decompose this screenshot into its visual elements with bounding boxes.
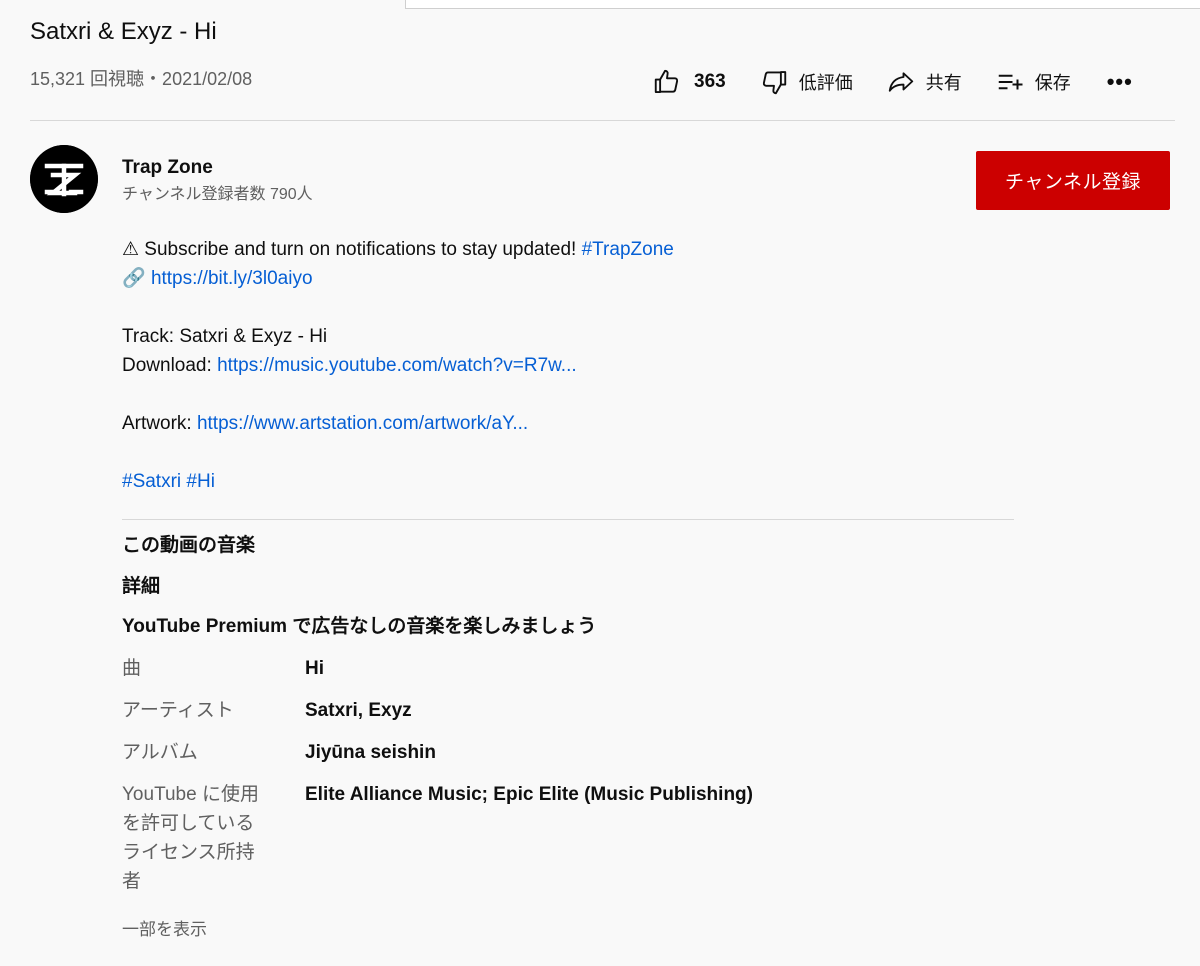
hashtags-line: #Satxri #Hi bbox=[122, 467, 1022, 496]
licensor-value: Elite Alliance Music; Epic Elite (Music … bbox=[305, 784, 753, 805]
song-label: 曲 bbox=[122, 658, 142, 679]
video-title: Satxri & Exyz - Hi bbox=[30, 18, 217, 45]
description-text: ⚠ Subscribe and turn on notifications to… bbox=[122, 239, 582, 260]
dislike-label: 低評価 bbox=[798, 73, 853, 93]
album-value: Jiyūna seishin bbox=[305, 742, 436, 763]
channel-avatar[interactable] bbox=[30, 145, 98, 213]
description-line: Download: https://music.youtube.com/watc… bbox=[122, 351, 1022, 380]
trap-zone-logo-icon bbox=[30, 145, 98, 213]
like-count: 363 bbox=[694, 71, 726, 92]
download-label: Download: bbox=[122, 355, 218, 376]
description-line: 🔗 https://bit.ly/3l0aiyo bbox=[122, 264, 1022, 293]
thumbs-up-icon bbox=[652, 67, 682, 97]
description-line: ⚠ Subscribe and turn on notifications to… bbox=[122, 235, 1022, 264]
hashtag-hi-link[interactable]: #Hi bbox=[186, 471, 215, 492]
channel-name[interactable]: Trap Zone bbox=[122, 156, 213, 180]
music-section-heading: この動画の音楽 bbox=[122, 535, 256, 556]
subscriber-count: チャンネル登録者数 790人 bbox=[122, 186, 313, 203]
share-button[interactable]: 共有 bbox=[886, 67, 962, 97]
download-link[interactable]: https://music.youtube.com/watch?v=R7w... bbox=[217, 355, 577, 376]
hashtag-satxri-link[interactable]: #Satxri bbox=[122, 471, 181, 492]
artist-label: アーティスト bbox=[122, 700, 234, 721]
share-arrow-icon bbox=[886, 67, 916, 97]
bitly-link[interactable]: https://bit.ly/3l0aiyo bbox=[151, 268, 313, 289]
divider bbox=[122, 519, 1014, 520]
playlist-add-icon bbox=[995, 67, 1025, 97]
view-count-date: 15,321 回視聴・2021/02/08 bbox=[30, 69, 253, 89]
video-description: ⚠ Subscribe and turn on notifications to… bbox=[122, 235, 1022, 496]
thumbs-down-icon bbox=[759, 67, 789, 97]
hashtag-trapzone-link[interactable]: #TrapZone bbox=[582, 239, 674, 260]
details-link[interactable]: 詳細 bbox=[122, 574, 160, 600]
more-actions-button[interactable]: ••• bbox=[1106, 69, 1133, 94]
premium-promo-link[interactable]: YouTube Premium で広告なしの音楽を楽しみましょう bbox=[122, 614, 596, 640]
track-line: Track: Satxri & Exyz - Hi bbox=[122, 326, 328, 347]
link-emoji-icon: 🔗 bbox=[122, 268, 151, 289]
save-button[interactable]: 保存 bbox=[995, 67, 1071, 97]
browser-top-strip bbox=[405, 0, 1200, 9]
show-less-button[interactable]: 一部を表示 bbox=[122, 918, 207, 942]
description-line: Artwork: https://www.artstation.com/artw… bbox=[122, 409, 1022, 438]
artist-value: Satxri, Exyz bbox=[305, 700, 412, 721]
more-horizontal-icon: ••• bbox=[1106, 69, 1133, 94]
share-label: 共有 bbox=[925, 73, 962, 93]
song-value: Hi bbox=[305, 658, 324, 679]
licensor-label: YouTube に使用を許可しているライセンス所持者 bbox=[122, 784, 259, 892]
action-bar: 363 低評価 共有 保存 ••• bbox=[652, 62, 1133, 102]
save-label: 保存 bbox=[1034, 73, 1071, 93]
artwork-label: Artwork: bbox=[122, 413, 197, 434]
artwork-link[interactable]: https://www.artstation.com/artwork/aY... bbox=[197, 413, 528, 434]
dislike-button[interactable]: 低評価 bbox=[759, 67, 853, 97]
album-label: アルバム bbox=[122, 742, 198, 763]
subscribe-button[interactable]: チャンネル登録 bbox=[976, 151, 1170, 210]
divider bbox=[30, 120, 1175, 121]
like-button[interactable]: 363 bbox=[652, 67, 726, 97]
